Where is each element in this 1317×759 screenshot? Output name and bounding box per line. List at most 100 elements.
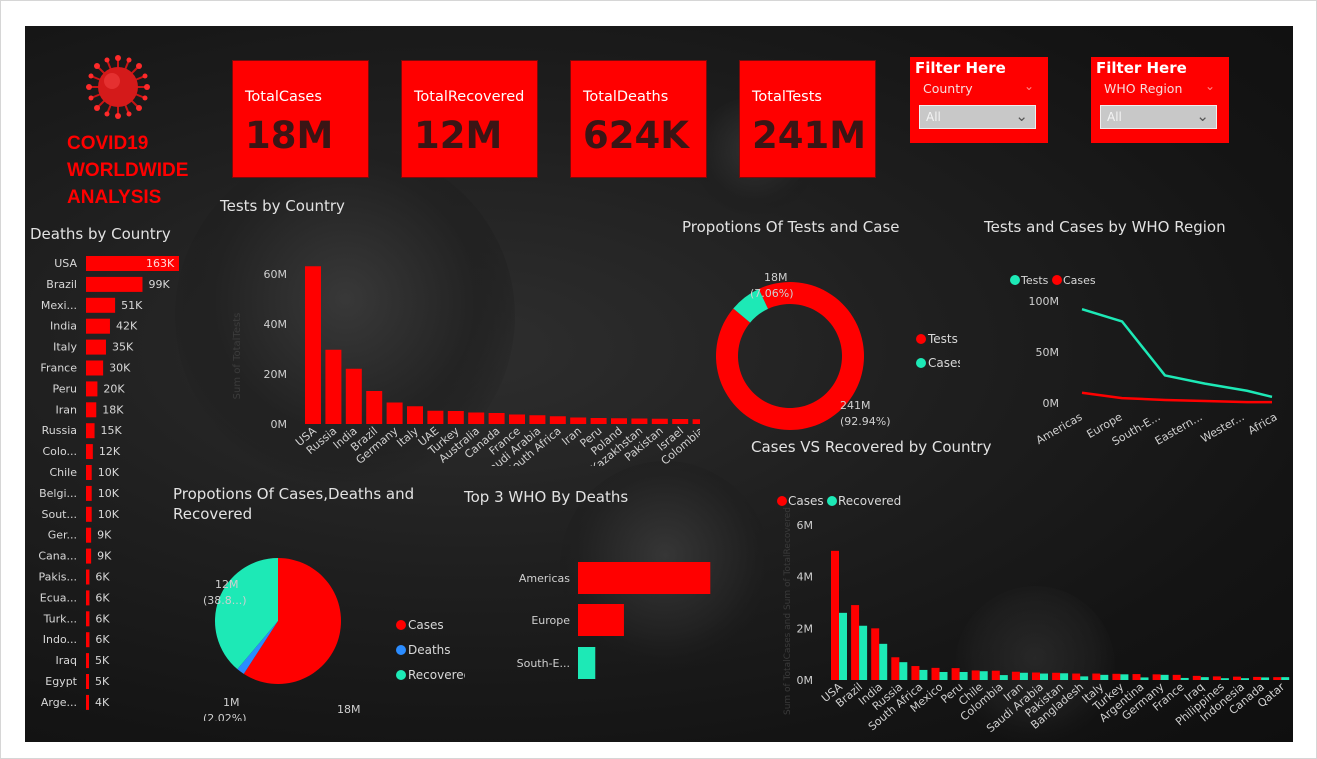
bar-cases[interactable] (971, 670, 980, 680)
bar[interactable] (578, 604, 624, 636)
bar[interactable] (86, 485, 92, 501)
bar[interactable] (590, 418, 607, 424)
bar[interactable] (86, 276, 143, 292)
bar[interactable] (86, 360, 104, 376)
bar-recovered[interactable] (1180, 677, 1189, 680)
bar-recovered[interactable] (859, 625, 868, 680)
cases-vs-recovered-chart[interactable]: Cases Recovered 0M 2M 4M 6M Sum of TotalCases … (735, 461, 1293, 742)
bar-cases[interactable] (1273, 677, 1282, 680)
bar-recovered[interactable] (979, 671, 988, 680)
bar[interactable] (86, 465, 92, 480)
bar-recovered[interactable] (1080, 676, 1089, 680)
bar-recovered[interactable] (1060, 673, 1069, 680)
bar-cases[interactable] (1032, 672, 1040, 680)
bar-cases[interactable] (1052, 672, 1061, 680)
bar[interactable] (509, 414, 525, 425)
bar-recovered[interactable] (959, 671, 968, 680)
bar-cases[interactable] (1072, 673, 1081, 680)
bar[interactable] (549, 416, 566, 424)
bar-cases[interactable] (1192, 675, 1201, 680)
bar-recovered[interactable] (919, 669, 928, 680)
bar-recovered[interactable] (1281, 677, 1290, 680)
bar-recovered[interactable] (879, 643, 888, 680)
bar-cases[interactable] (951, 668, 960, 680)
tests-by-country-chart[interactable]: 0M20M40M60MSum of TotalTestsUSARussiaInd… (210, 216, 700, 466)
bar[interactable] (86, 653, 89, 669)
bar[interactable] (86, 611, 90, 627)
bar-recovered[interactable] (1241, 678, 1249, 680)
bar[interactable] (86, 402, 97, 418)
bar[interactable] (386, 402, 403, 425)
bar[interactable] (86, 423, 95, 439)
bar-cases[interactable] (1233, 676, 1241, 680)
bar-cases[interactable] (1112, 673, 1121, 680)
kpi-total-deaths[interactable]: TotalDeaths 624K (570, 60, 707, 178)
bar-cases[interactable] (851, 605, 860, 680)
bar[interactable] (86, 590, 90, 606)
bar-recovered[interactable] (1120, 674, 1129, 680)
bar-recovered[interactable] (1200, 677, 1209, 680)
bar[interactable] (86, 632, 90, 648)
bar-recovered[interactable] (1140, 677, 1149, 680)
series-line-tests[interactable] (1081, 307, 1273, 399)
who-region-filter[interactable]: Filter Here WHO Region ⌄ All ⌄ (1091, 57, 1229, 143)
bar[interactable] (578, 562, 711, 594)
series-line-cases[interactable] (1081, 391, 1272, 404)
bar[interactable] (611, 418, 627, 424)
bar-cases[interactable] (871, 628, 880, 680)
kpi-total-tests[interactable]: TotalTests 241M (739, 60, 876, 178)
country-select[interactable]: All ⌄ (919, 105, 1036, 129)
top3-who-deaths-chart[interactable]: AmericasEuropeSouth-E...0.0M0.2M0.4M (465, 516, 725, 696)
bar-cases[interactable] (931, 667, 940, 680)
bar[interactable] (578, 647, 596, 679)
bar[interactable] (407, 406, 423, 424)
bar-cases[interactable] (1212, 676, 1221, 680)
tests-cases-donut-chart[interactable]: 241M (92.94%) 18M (7.06%) Tests Cases (680, 241, 960, 441)
bar-recovered[interactable] (839, 612, 847, 680)
bar[interactable] (86, 318, 110, 334)
bar-recovered[interactable] (1220, 678, 1229, 680)
chevron-down-icon[interactable]: ⌄ (1015, 107, 1028, 125)
bar[interactable] (86, 506, 92, 522)
bar-recovered[interactable] (1019, 672, 1028, 680)
bar[interactable] (86, 694, 89, 710)
bar[interactable] (305, 266, 321, 424)
cases-deaths-recovered-pie[interactable]: 18M (59.14%) 1M (2.02%) 12M (38.8...) Cases Dea… (165, 526, 465, 721)
bar[interactable] (86, 297, 116, 313)
bar-recovered[interactable] (1261, 677, 1270, 680)
bar[interactable] (447, 411, 464, 424)
bar-recovered[interactable] (1160, 674, 1169, 680)
bar[interactable] (427, 410, 444, 424)
who-line-chart[interactable]: Tests Cases0M50M100MAmericas EuropeSouth-E… (965, 241, 1293, 446)
bar-cases[interactable] (831, 550, 839, 680)
bar[interactable] (651, 418, 668, 424)
bar[interactable] (468, 412, 485, 425)
bar-cases[interactable] (1172, 674, 1181, 680)
chevron-down-icon[interactable]: ⌄ (1196, 107, 1209, 125)
bar[interactable] (631, 418, 648, 425)
bar-recovered[interactable] (1040, 673, 1048, 680)
country-filter[interactable]: Filter Here Country ⌄ All ⌄ (910, 57, 1048, 143)
bar-recovered[interactable] (899, 662, 908, 680)
bar[interactable] (86, 527, 92, 543)
bar[interactable] (345, 368, 362, 424)
bar-cases[interactable] (891, 657, 900, 680)
bar-recovered[interactable] (939, 671, 948, 680)
bar[interactable] (570, 417, 587, 425)
bar-cases[interactable] (1253, 676, 1262, 680)
bar[interactable] (86, 548, 92, 564)
bar-cases[interactable] (1011, 671, 1020, 680)
bar-cases[interactable] (991, 670, 1000, 680)
bar-cases[interactable] (911, 666, 920, 680)
kpi-total-cases[interactable]: TotalCases 18M (232, 60, 369, 178)
bar[interactable] (529, 415, 546, 424)
bar[interactable] (86, 381, 98, 397)
bar-cases[interactable] (1152, 674, 1161, 680)
bar[interactable] (86, 339, 106, 355)
bar[interactable] (325, 349, 342, 424)
bar[interactable] (366, 391, 383, 424)
who-region-select[interactable]: All ⌄ (1100, 105, 1217, 129)
bar[interactable] (86, 569, 90, 585)
chevron-down-icon[interactable]: ⌄ (1024, 79, 1034, 93)
bar[interactable] (86, 674, 89, 689)
